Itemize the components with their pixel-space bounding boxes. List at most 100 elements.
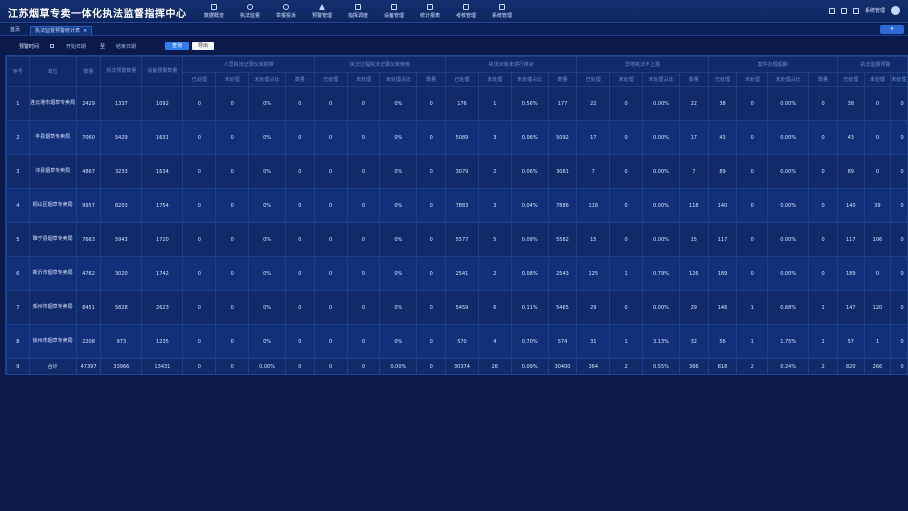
table-cell: 0 xyxy=(313,290,348,325)
tab-report[interactable]: 执法监督预警统计表 × xyxy=(30,26,93,35)
nav-item[interactable]: 统计报表 xyxy=(412,0,448,23)
table-cell: 0 xyxy=(416,256,447,291)
sub-header: 已处理 xyxy=(182,72,217,87)
lock-icon[interactable] xyxy=(852,7,859,14)
table-cell: 0 xyxy=(609,188,644,223)
nav-icon xyxy=(499,4,505,10)
table-cell: 0% xyxy=(248,86,286,121)
table-cell: 973 xyxy=(100,324,143,359)
table-cell: 0.06% xyxy=(510,154,549,189)
table-cell: 0 xyxy=(890,222,907,257)
table-cell: 125 xyxy=(576,256,611,291)
table-cell: 0% xyxy=(379,120,418,155)
cell-unit: 新沂市烟草专卖局 xyxy=(28,256,77,291)
table-cell: 0 xyxy=(215,256,250,291)
table-cell: 0% xyxy=(379,290,418,325)
nav-item[interactable]: 举报投诉 xyxy=(268,0,304,23)
table-cell: 0 xyxy=(890,86,907,121)
nav-item[interactable]: 执法监督 xyxy=(232,0,268,23)
table-row[interactable]: 6 新沂市烟草专卖局 4762 3020 1742 0 0 0% 0 0 0 0% 0 2541 2 0.08… xyxy=(6,256,907,291)
table-cell: 0 xyxy=(313,188,348,223)
header-actions: 系统管理 xyxy=(828,6,900,15)
table-cell: 126 xyxy=(678,256,709,291)
table-cell: 5828 xyxy=(100,290,143,325)
table-cell: 176 xyxy=(445,86,479,121)
page-menu-button[interactable]: ▾ xyxy=(880,25,904,34)
query-button[interactable]: 查询 xyxy=(165,42,189,50)
sub-header: 数量 xyxy=(547,72,578,87)
end-date-input[interactable]: 结束日期 xyxy=(116,43,136,50)
main-nav: 数据概览 执法监督 举报投诉 预警管理 指挥调度 设备管理 统计报表 考核管理 系统管理 xyxy=(196,0,520,23)
nav-item[interactable]: 数据概览 xyxy=(196,0,232,23)
table-row[interactable]: 7 邳州市烟草专卖局 8451 5828 2623 0 0 0% 0 0 0 0% 0 5459 6 0.11… xyxy=(6,290,907,325)
cell-unit: 睢宁县烟草专卖局 xyxy=(28,222,77,257)
fullscreen-icon[interactable] xyxy=(840,7,847,14)
table-cell: 1631 xyxy=(141,120,184,155)
table-cell: 5 xyxy=(477,222,512,257)
table-row[interactable]: 8 徐州市烟草专卖局 2208 973 1235 0 0 0% 0 0 0 0% 0 570 4 0.70% 5… xyxy=(6,324,907,359)
start-date-input[interactable]: 开始日期 xyxy=(66,43,86,50)
sub-header: 未处理占比 xyxy=(510,72,549,87)
sub-header: 未处理 xyxy=(863,72,892,87)
table-cell: 0.09% xyxy=(510,358,549,374)
table-cell: 0 xyxy=(416,86,447,121)
table-cell: 0 xyxy=(890,290,907,325)
table-cell: 118 xyxy=(576,188,611,223)
table-cell: 7060 xyxy=(75,120,102,155)
table-cell: 17 xyxy=(576,120,611,155)
table-cell: 0 xyxy=(215,154,250,189)
table-cell: 1634 xyxy=(141,154,184,189)
table-cell: 1092 xyxy=(141,86,184,121)
cell-unit: 邳州市烟草专卖局 xyxy=(28,290,77,325)
avatar[interactable] xyxy=(891,6,900,15)
table-cell: 7663 xyxy=(75,222,102,257)
filter-bar: 预警时间 开始日期 至 结束日期 查询 导出 xyxy=(0,37,908,53)
table-cell: 6 xyxy=(477,290,512,325)
user-name[interactable]: 系统管理 xyxy=(865,7,885,14)
nav-item[interactable]: 预警管理 xyxy=(304,0,340,23)
tab-home[interactable]: 首页 xyxy=(6,26,24,35)
nav-item[interactable]: 设备管理 xyxy=(376,0,412,23)
table-cell: 22 xyxy=(678,86,709,121)
table-row[interactable]: 2 丰县烟草专卖局 7060 5429 1631 0 0 0% 0 0 0 0% 0 5089 3 0.06%… xyxy=(6,120,907,155)
nav-item[interactable]: 系统管理 xyxy=(484,0,520,23)
table-cell: 0% xyxy=(248,290,286,325)
table-cell: 0.08% xyxy=(510,256,549,291)
table-cell: 0 xyxy=(416,358,447,374)
table-cell: 0 xyxy=(609,120,644,155)
nav-item[interactable]: 考核管理 xyxy=(448,0,484,23)
close-icon[interactable]: × xyxy=(83,28,87,34)
table-cell: 120 xyxy=(863,290,892,325)
table-cell: 0.00% xyxy=(767,120,810,155)
table-cell: 17 xyxy=(678,120,709,155)
col-total: 数量 xyxy=(75,56,102,87)
table-cell: 0 xyxy=(808,120,838,155)
table-cell: 2 xyxy=(736,358,769,374)
table-row[interactable]: 1 连云港市烟草专卖局 2429 1337 1092 0 0 0% 0 0 0 0% 0 176 1 0.56… xyxy=(6,86,907,121)
date-separator: 至 xyxy=(100,44,106,50)
table-cell: 0.00% xyxy=(642,290,680,325)
table-row[interactable]: 4 铜山区烟草专卖局 9957 8203 1754 0 0 0% 0 0 0 0% 0 7883 3 0.04… xyxy=(6,188,907,223)
table-cell: 5092 xyxy=(547,120,578,155)
table-cell: 0% xyxy=(379,324,418,359)
table-cell: 0 xyxy=(285,188,315,223)
table-total-row[interactable]: 9 合计 47397 33966 13431 0 0 0.00% 0 0 0 0.00% 0 30374 2… xyxy=(6,358,907,374)
table-cell: 0 xyxy=(182,120,217,155)
sub-header: 未处理占比 xyxy=(642,72,680,87)
table-cell: 0 xyxy=(416,188,447,223)
table-cell: 0 xyxy=(346,188,381,223)
table-cell: 0 xyxy=(346,222,381,257)
table-row[interactable]: 3 沛县烟草专卖局 4867 3233 1634 0 0 0% 0 0 0 0% 0 3079 2 0.06%… xyxy=(6,154,907,189)
table-cell: 1 xyxy=(736,290,769,325)
sub-header: 未处理占比 xyxy=(379,72,418,87)
table-cell: 0.09% xyxy=(510,222,549,257)
table-cell: 4867 xyxy=(75,154,102,189)
table-row[interactable]: 5 睢宁县烟草专卖局 7663 5943 1720 0 0 0% 0 0 0 0% 0 5577 5 0.09… xyxy=(6,222,907,257)
table-cell: 0% xyxy=(379,154,418,189)
bell-icon[interactable] xyxy=(828,7,835,14)
table-cell: 0 xyxy=(313,324,348,359)
table-cell: 38 xyxy=(707,86,738,121)
nav-item[interactable]: 指挥调度 xyxy=(340,0,376,23)
export-button[interactable]: 导出 xyxy=(192,42,214,50)
table-cell: 0 xyxy=(736,188,769,223)
